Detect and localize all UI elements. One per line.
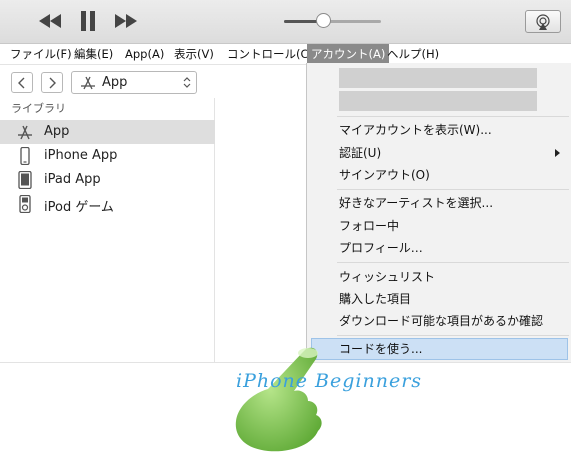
media-kind-selector[interactable]: App xyxy=(71,71,197,94)
volume-level-fill xyxy=(284,20,318,23)
rewind-button[interactable] xyxy=(38,10,62,32)
menu-edit[interactable]: 編集(E) xyxy=(74,44,113,64)
sidebar-item-ipod-games[interactable]: iPod ゲーム xyxy=(0,192,215,216)
menu-divider xyxy=(337,335,569,336)
sidebar-item-app[interactable]: App xyxy=(0,120,215,144)
pause-button[interactable] xyxy=(77,10,99,32)
pointing-hand-icon xyxy=(235,347,322,452)
menu-item-wishlist[interactable]: ウィッシュリスト xyxy=(339,267,435,287)
submenu-arrow-icon xyxy=(555,149,560,157)
sidebar-item-label: iPad App xyxy=(44,172,101,187)
sidebar-item-ipad-app[interactable]: iPad App xyxy=(0,168,215,192)
sidebar-item-iphone-app[interactable]: iPhone App xyxy=(0,144,215,168)
sidebar-item-label: iPhone App xyxy=(44,148,118,163)
fast-forward-icon xyxy=(115,14,137,28)
app-store-icon xyxy=(81,76,95,90)
menu-file[interactable]: ファイル(F) xyxy=(10,44,72,64)
menu-item-purchased[interactable]: 購入した項目 xyxy=(339,289,411,309)
menu-controls[interactable]: コントロール(C) xyxy=(227,44,313,64)
airplay-button[interactable] xyxy=(525,10,561,33)
sidebar-item-label: iPod ゲーム xyxy=(44,200,114,215)
menu-divider xyxy=(337,116,569,117)
volume-knob[interactable] xyxy=(316,13,331,28)
ipad-icon xyxy=(18,171,32,189)
account-menu-dropdown: マイアカウントを表示(W)... 認証(U) サインアウト(O) 好きなアーティ… xyxy=(306,63,571,363)
watermark-text: iPhone Beginners xyxy=(236,370,423,392)
navigation-row: App xyxy=(0,65,306,98)
menu-account[interactable]: アカウント(A) xyxy=(307,44,390,64)
menu-item-profile[interactable]: プロフィール… xyxy=(339,238,423,258)
fast-forward-button[interactable] xyxy=(114,10,138,32)
ipod-icon xyxy=(19,195,31,213)
library-heading: ライブラリ xyxy=(11,102,66,115)
chevron-left-icon xyxy=(18,77,25,88)
menu-item-check-downloads[interactable]: ダウンロード可能な項目があるか確認 xyxy=(339,311,543,331)
updown-arrow-icon xyxy=(183,77,191,88)
menu-item-choose-artists[interactable]: 好きなアーティストを選択... xyxy=(339,193,493,213)
menu-divider xyxy=(337,189,569,190)
forward-button[interactable] xyxy=(41,72,63,93)
iphone-icon xyxy=(20,147,30,165)
volume-slider[interactable] xyxy=(284,20,381,23)
pause-icon xyxy=(81,11,95,31)
rewind-icon xyxy=(39,14,61,28)
app-store-icon xyxy=(18,125,32,140)
library-sidebar: ライブラリ App iPhone App iPad App iPod ゲーム xyxy=(0,98,215,363)
menu-item-view-my-account[interactable]: マイアカウントを表示(W)... xyxy=(339,120,492,140)
airplay-icon xyxy=(536,13,550,30)
menu-item-redeem-code[interactable]: コードを使う... xyxy=(339,339,422,359)
sidebar-item-label: App xyxy=(44,124,70,139)
menu-bar: ファイル(F) 編集(E) App(A) 表示(V) コントロール(C) アカウ… xyxy=(0,44,571,65)
menu-view[interactable]: 表示(V) xyxy=(174,44,214,64)
menu-item-sign-out[interactable]: サインアウト(O) xyxy=(339,165,430,185)
account-email-blurred xyxy=(339,91,537,111)
account-name-blurred xyxy=(339,68,537,88)
playback-toolbar xyxy=(0,0,571,44)
menu-item-following[interactable]: フォロー中 xyxy=(339,216,399,236)
back-button[interactable] xyxy=(11,72,33,93)
selector-label: App xyxy=(102,75,128,90)
menu-app[interactable]: App(A) xyxy=(125,44,164,64)
menu-help[interactable]: ヘルプ(H) xyxy=(387,44,439,64)
menu-divider xyxy=(337,262,569,263)
chevron-right-icon xyxy=(49,77,56,88)
menu-item-authorizations[interactable]: 認証(U) xyxy=(339,143,381,163)
